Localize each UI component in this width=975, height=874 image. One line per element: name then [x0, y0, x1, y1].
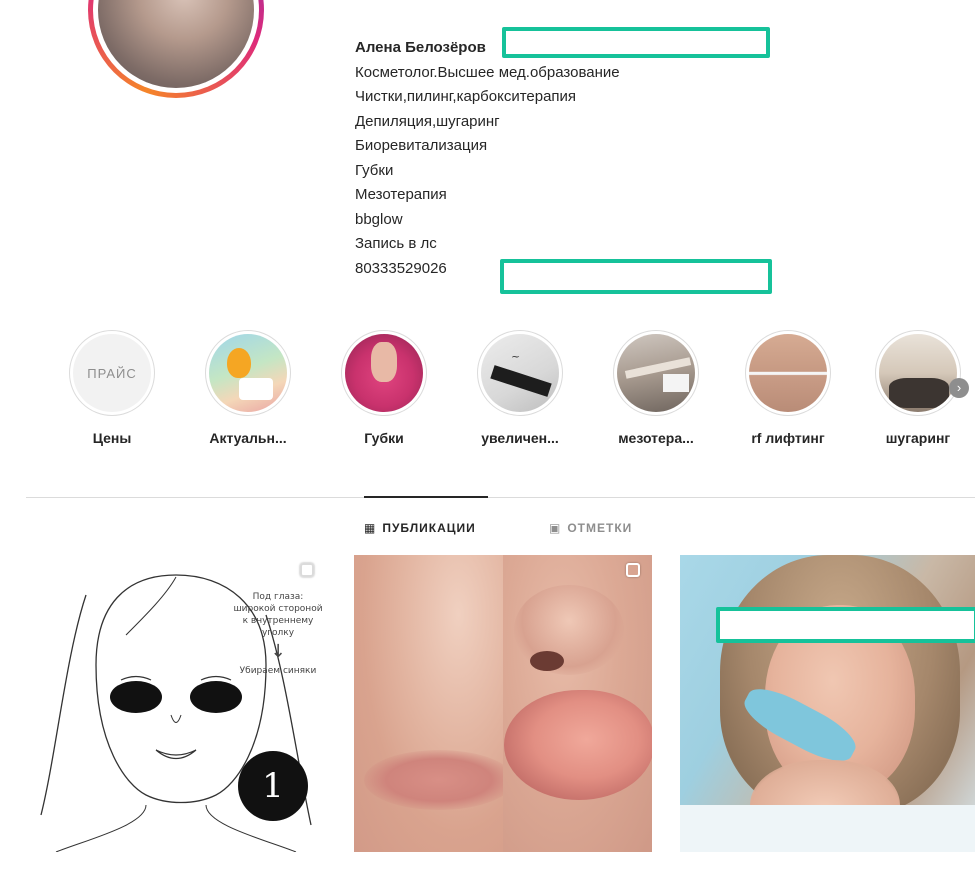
caption-line: к внутреннему [242, 616, 314, 626]
highlight-image: ПРАЙС [73, 334, 151, 412]
redaction-box [716, 607, 975, 643]
highlight-image [209, 334, 287, 412]
highlight-rf-lifting[interactable]: rf лифтинг [728, 330, 848, 446]
post-lips-before-after[interactable] [354, 555, 652, 852]
bio-line: Мезотерапия [355, 186, 447, 203]
highlight-label: шугаринг [885, 430, 951, 446]
bio-line: Депиляция,шугаринг [355, 112, 500, 130]
avatar-photo [98, 0, 254, 88]
highlight-label: увеличен... [481, 430, 559, 446]
down-arrow-icon: ↓ [270, 641, 286, 662]
multiple-photos-icon [626, 563, 640, 577]
lip-shape [364, 750, 514, 810]
caption-line: Под глаза: [252, 592, 304, 602]
caption-line: широкой стороной [233, 604, 323, 614]
grid-icon: ▦ [364, 521, 377, 535]
post-caption-text: Под глаза: широкой стороной к внутреннем… [228, 591, 326, 677]
caption-line: Убираем синяки [239, 666, 317, 676]
bio-line: Косметолог.Высшее мед.образование [355, 63, 620, 81]
highlight-circle [745, 330, 831, 416]
script-text-shape: ~ [511, 350, 521, 363]
tab-label: ОТМЕТКИ [567, 521, 633, 535]
highlight-circle: ПРАЙС [69, 330, 155, 416]
redaction-box [502, 27, 770, 58]
highlight-label: Губки [364, 430, 404, 446]
profile-avatar[interactable] [88, 0, 264, 98]
highlight-mesotherapy[interactable]: мезотера... [596, 330, 716, 446]
highlight-lips[interactable]: Губки [324, 330, 444, 446]
section-divider [26, 497, 975, 498]
post-eye-patches[interactable]: Под глаза: широкой стороной к внутреннем… [26, 555, 326, 852]
highlight-label: Цены [92, 430, 132, 446]
multiple-photos-icon [300, 563, 314, 577]
tab-publications[interactable]: ▦ ПУБЛИКАЦИИ [364, 521, 476, 535]
highlight-circle: ~ [477, 330, 563, 416]
highlight-label: Актуальн... [209, 430, 287, 446]
highlight-circle [341, 330, 427, 416]
bio-line: Чистки,пилинг,карбокситерапия [355, 88, 577, 105]
finger-shape [371, 342, 397, 382]
highlight-label: rf лифтинг [751, 430, 825, 446]
tagged-photo-icon: ▣ [549, 521, 562, 535]
post-selfie[interactable] [680, 555, 975, 852]
highlight-image-text: ПРАЙС [87, 365, 137, 381]
vial-shape [663, 374, 689, 392]
chevron-right-icon[interactable]: › [949, 378, 969, 398]
bio-line: Биоревитализация [355, 137, 488, 154]
tab-tagged[interactable]: ▣ ОТМЕТКИ [549, 521, 632, 535]
bio-line: Губки [355, 161, 394, 179]
box-shape [490, 365, 552, 397]
active-tab-indicator [364, 496, 488, 498]
highlight-image [879, 334, 957, 412]
tab-label: ПУБЛИКАЦИИ [382, 521, 476, 535]
profile-bio: Алена Белозёров Косметолог.Высшее мед.об… [355, 36, 835, 281]
highlight-image: ~ [481, 334, 559, 412]
bio-line: Запись в лс [355, 235, 437, 252]
caption-line: уголку [261, 628, 295, 638]
highlight-image [345, 334, 423, 412]
highlight-circle [205, 330, 291, 416]
shirt-shape [680, 805, 975, 852]
highlight-enlargement[interactable]: ~ увеличен... [460, 330, 580, 446]
highlight-circle [875, 330, 961, 416]
card-shape [239, 378, 273, 400]
highlight-actual[interactable]: Актуальн... [188, 330, 308, 446]
story-highlights: ПРАЙС Цены Актуальн... Губки ~ увеличен.… [0, 330, 975, 450]
balloon-shape [227, 348, 251, 378]
bio-line: bbglow [355, 210, 403, 228]
highlight-label: мезотера... [618, 430, 694, 446]
people-shape [889, 378, 949, 408]
highlight-image [617, 334, 695, 412]
nostril-shape [530, 651, 564, 671]
highlight-prices[interactable]: ПРАЙС Цены [52, 330, 172, 446]
brand-logo: 1 [238, 751, 308, 821]
highlight-circle [613, 330, 699, 416]
highlight-image [749, 334, 827, 412]
avatar-inner [93, 0, 259, 93]
redaction-box [500, 259, 772, 294]
lip-shape [504, 690, 652, 800]
